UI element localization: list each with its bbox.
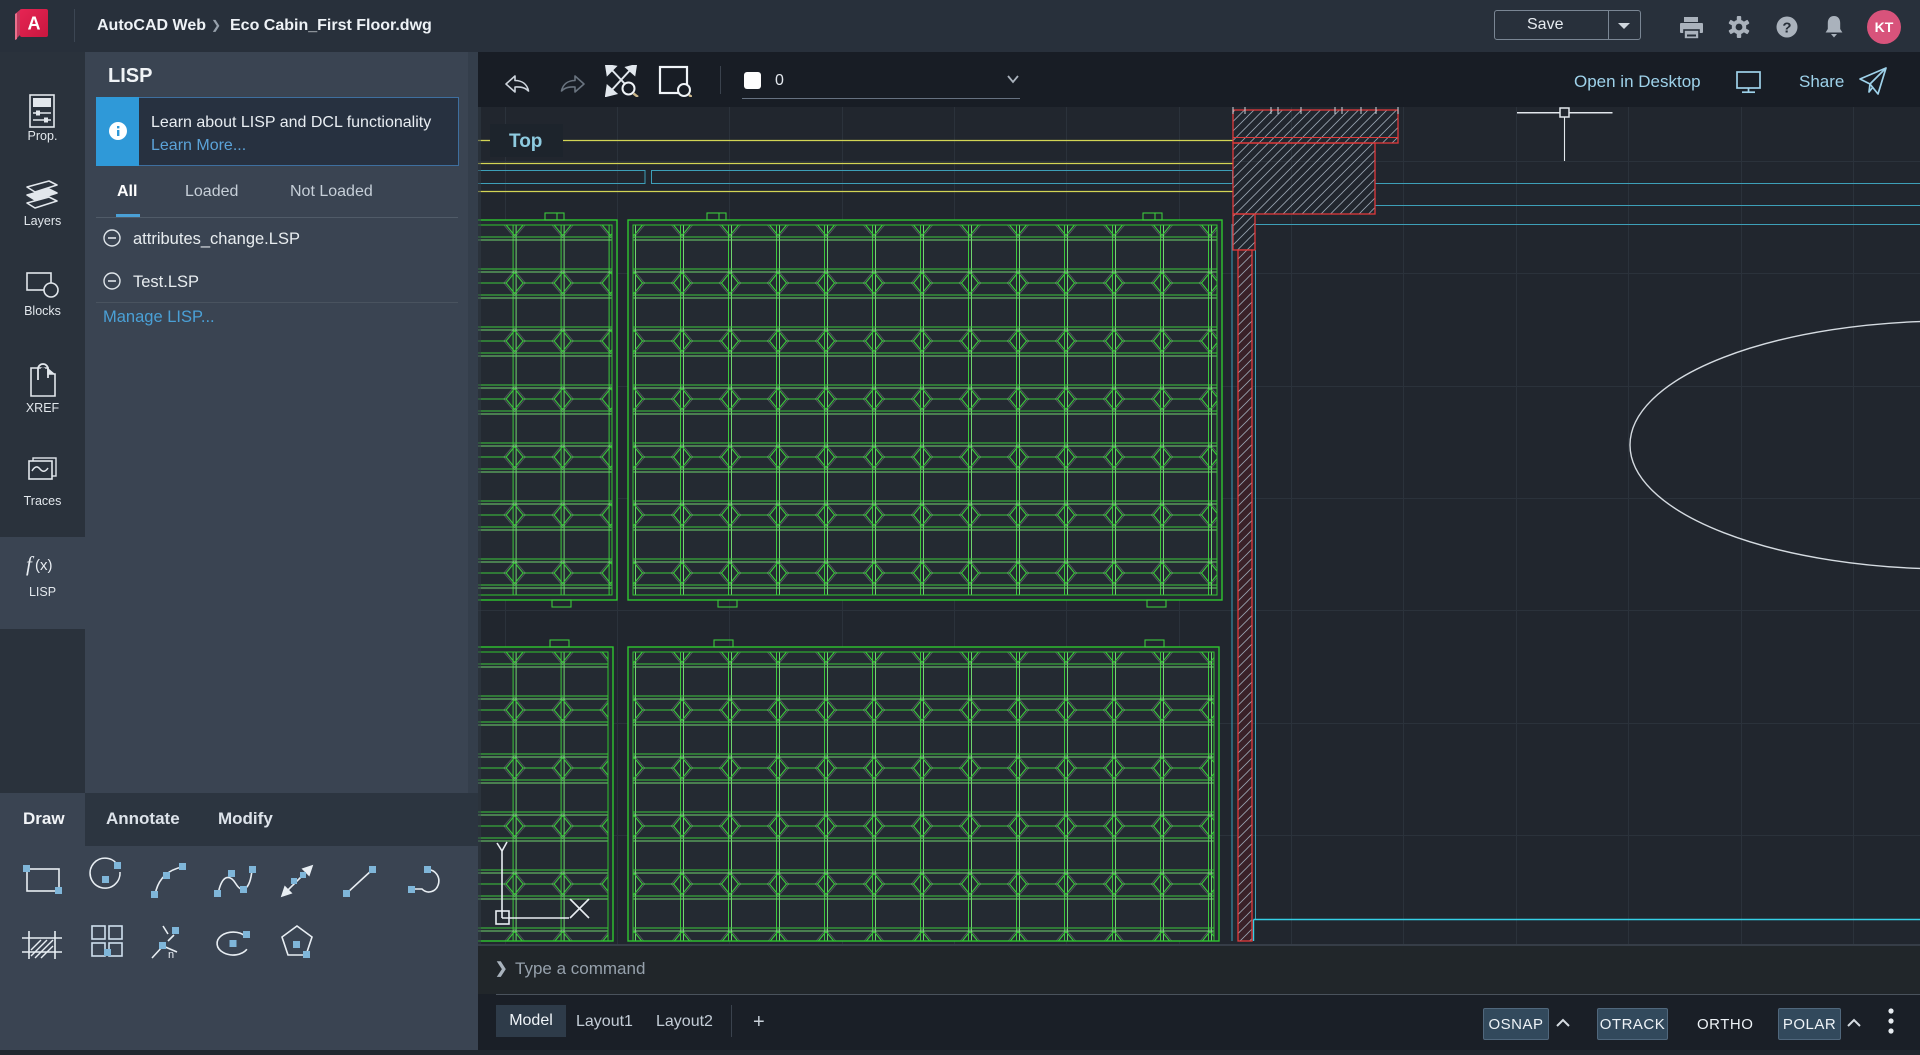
- svg-text:?: ?: [1782, 20, 1791, 37]
- svg-text:Top: Top: [509, 131, 542, 152]
- svg-text:n: n: [168, 949, 174, 961]
- svg-text:A: A: [28, 14, 41, 34]
- svg-text:(x): (x): [35, 557, 53, 574]
- svg-text:f: f: [26, 552, 35, 576]
